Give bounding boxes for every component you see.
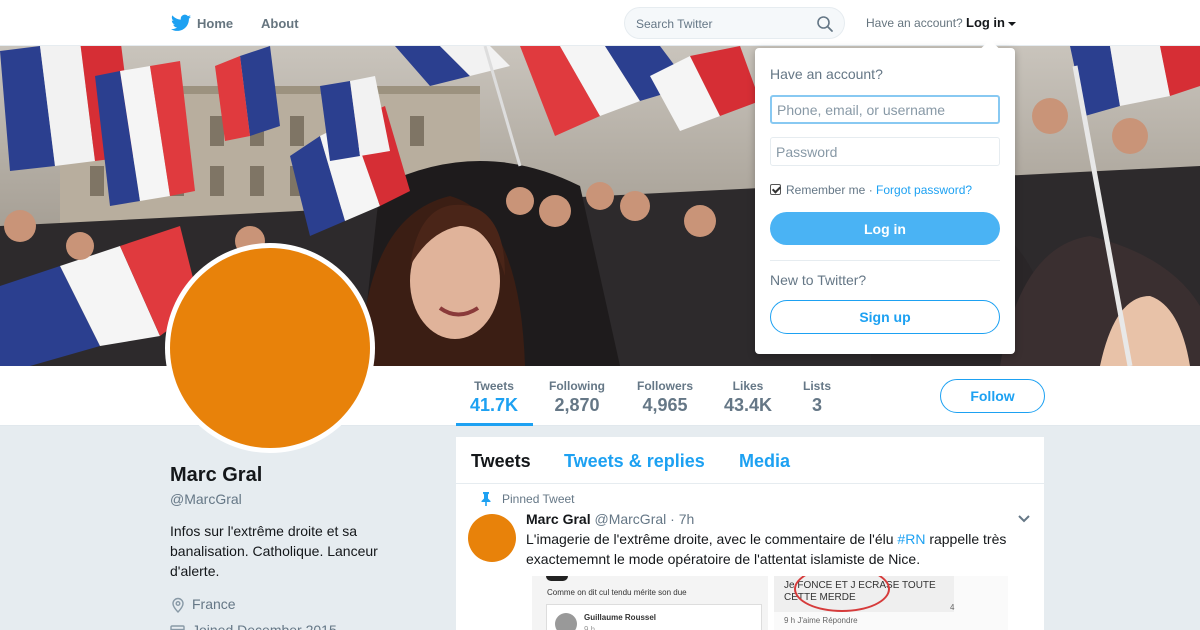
nav-about-link[interactable]: About	[261, 16, 299, 31]
joined-label: Joined December 2015	[192, 622, 337, 630]
location-label: France	[192, 596, 236, 612]
search-input[interactable]	[636, 15, 806, 33]
tweet-media[interactable]: Comme on dit cul tendu mérite son due Gu…	[532, 576, 1008, 630]
login-button[interactable]: Log in	[770, 212, 1000, 245]
stat-label: Following	[549, 379, 605, 393]
tweet-hashtag-link[interactable]: #RN	[897, 531, 925, 547]
profile-location: France	[170, 596, 236, 613]
pin-icon	[481, 492, 491, 506]
timeline-tabs: Tweets Tweets & replies Media	[456, 437, 1044, 484]
login-dropdown: Have an account? Remember me · Forgot pa…	[755, 39, 1015, 354]
profile-joined: Joined December 2015	[170, 622, 337, 630]
media-image-right[interactable]: Je FONCE ET J ECRASE TOUTE CETTE MERDE 9…	[774, 576, 1008, 630]
tweet-header: Marc Gral @MarcGral · 7h	[526, 511, 694, 527]
profile-bio: Infos sur l'extrême droite et sa banalis…	[170, 523, 378, 579]
stat-value: 4,965	[642, 395, 688, 415]
search-icon[interactable]	[816, 15, 834, 33]
media-left-author: Guillaume Roussel	[584, 613, 657, 622]
media-left-caption: Comme on dit cul tendu mérite son due	[547, 588, 687, 597]
profile-name[interactable]: Marc Gral	[170, 464, 262, 487]
media-comment-box: Guillaume Roussel 9 h	[546, 604, 762, 630]
remember-me-checkbox[interactable]	[770, 184, 781, 195]
tweet-author-handle[interactable]: @MarcGral	[594, 511, 666, 527]
dropdown-title: Have an account?	[770, 66, 883, 82]
media-image-left[interactable]: Comme on dit cul tendu mérite son due Gu…	[532, 576, 768, 630]
profile-handle[interactable]: @MarcGral	[170, 491, 242, 507]
chevron-down-icon[interactable]	[1017, 514, 1031, 524]
new-to-twitter-text: New to Twitter?	[770, 272, 867, 288]
active-stat-underline	[456, 423, 533, 426]
location-pin-icon	[172, 597, 184, 613]
media-comment-avatar	[555, 613, 577, 630]
login-link-label: Log in	[966, 15, 1005, 30]
stat-value: 3	[811, 395, 822, 415]
avatar-image	[170, 248, 370, 448]
stat-label: Tweets	[474, 379, 514, 393]
tweet-text: L'imagerie de l'extrême droite, avec le …	[526, 529, 1026, 569]
search-box	[624, 7, 845, 39]
tab-media[interactable]: Media	[739, 451, 790, 472]
tweet-avatar[interactable]	[468, 514, 516, 562]
profile-avatar[interactable]	[165, 243, 375, 453]
top-nav-bar: Home About Have an account? Log in	[0, 0, 1200, 46]
have-account-text: Have an account?	[866, 16, 963, 30]
twitter-bird-icon[interactable]	[171, 14, 191, 32]
tweet-timestamp[interactable]: · 7h	[670, 511, 694, 527]
stat-label: Lists	[802, 379, 831, 393]
calendar-icon	[170, 625, 185, 630]
stat-followers[interactable]: Followers 4,965	[636, 379, 694, 416]
remember-me-row: Remember me · Forgot password?	[770, 183, 972, 197]
stat-tweets[interactable]: Tweets 41.7K	[470, 379, 518, 416]
stat-lists[interactable]: Lists 3	[802, 379, 832, 416]
pinned-tweet-label: Pinned Tweet	[481, 492, 575, 506]
forgot-password-link[interactable]: Forgot password?	[876, 183, 972, 197]
media-avatar-fragment	[546, 576, 568, 581]
tweet-author-name[interactable]: Marc Gral	[526, 511, 591, 527]
stat-following[interactable]: Following 2,870	[548, 379, 606, 416]
tab-tweets-replies[interactable]: Tweets & replies	[564, 451, 705, 472]
stat-value: 41.7K	[470, 395, 519, 415]
stat-value: 43.4K	[724, 395, 773, 415]
timeline: Tweets Tweets & replies Media Pinned Twe…	[456, 437, 1044, 630]
stat-value: 2,870	[554, 395, 600, 415]
media-right-meta: 9 h J'aime Répondre	[784, 616, 858, 625]
pinned-text: Pinned Tweet	[502, 492, 575, 506]
nav-home-link[interactable]: Home	[197, 16, 233, 31]
remember-me-label[interactable]: Remember me	[786, 183, 865, 197]
tab-tweets[interactable]: Tweets	[471, 451, 531, 472]
media-left-meta: 9 h	[584, 625, 596, 630]
caret-down-icon	[1008, 21, 1016, 26]
stat-label: Followers	[636, 379, 693, 393]
stat-likes[interactable]: Likes 43.4K	[724, 379, 772, 416]
media-right-count: 4	[950, 603, 955, 612]
stat-label: Likes	[732, 379, 764, 393]
login-dropdown-toggle[interactable]: Log in	[966, 15, 1016, 30]
username-field[interactable]	[770, 95, 1000, 124]
separator-text: ·	[865, 183, 877, 197]
password-field[interactable]	[770, 137, 1000, 166]
dropdown-divider	[770, 260, 1000, 261]
signup-button[interactable]: Sign up	[770, 300, 1000, 334]
tweet-text-part: L'imagerie de l'extrême droite, avec le …	[526, 531, 898, 547]
follow-button[interactable]: Follow	[940, 379, 1045, 413]
